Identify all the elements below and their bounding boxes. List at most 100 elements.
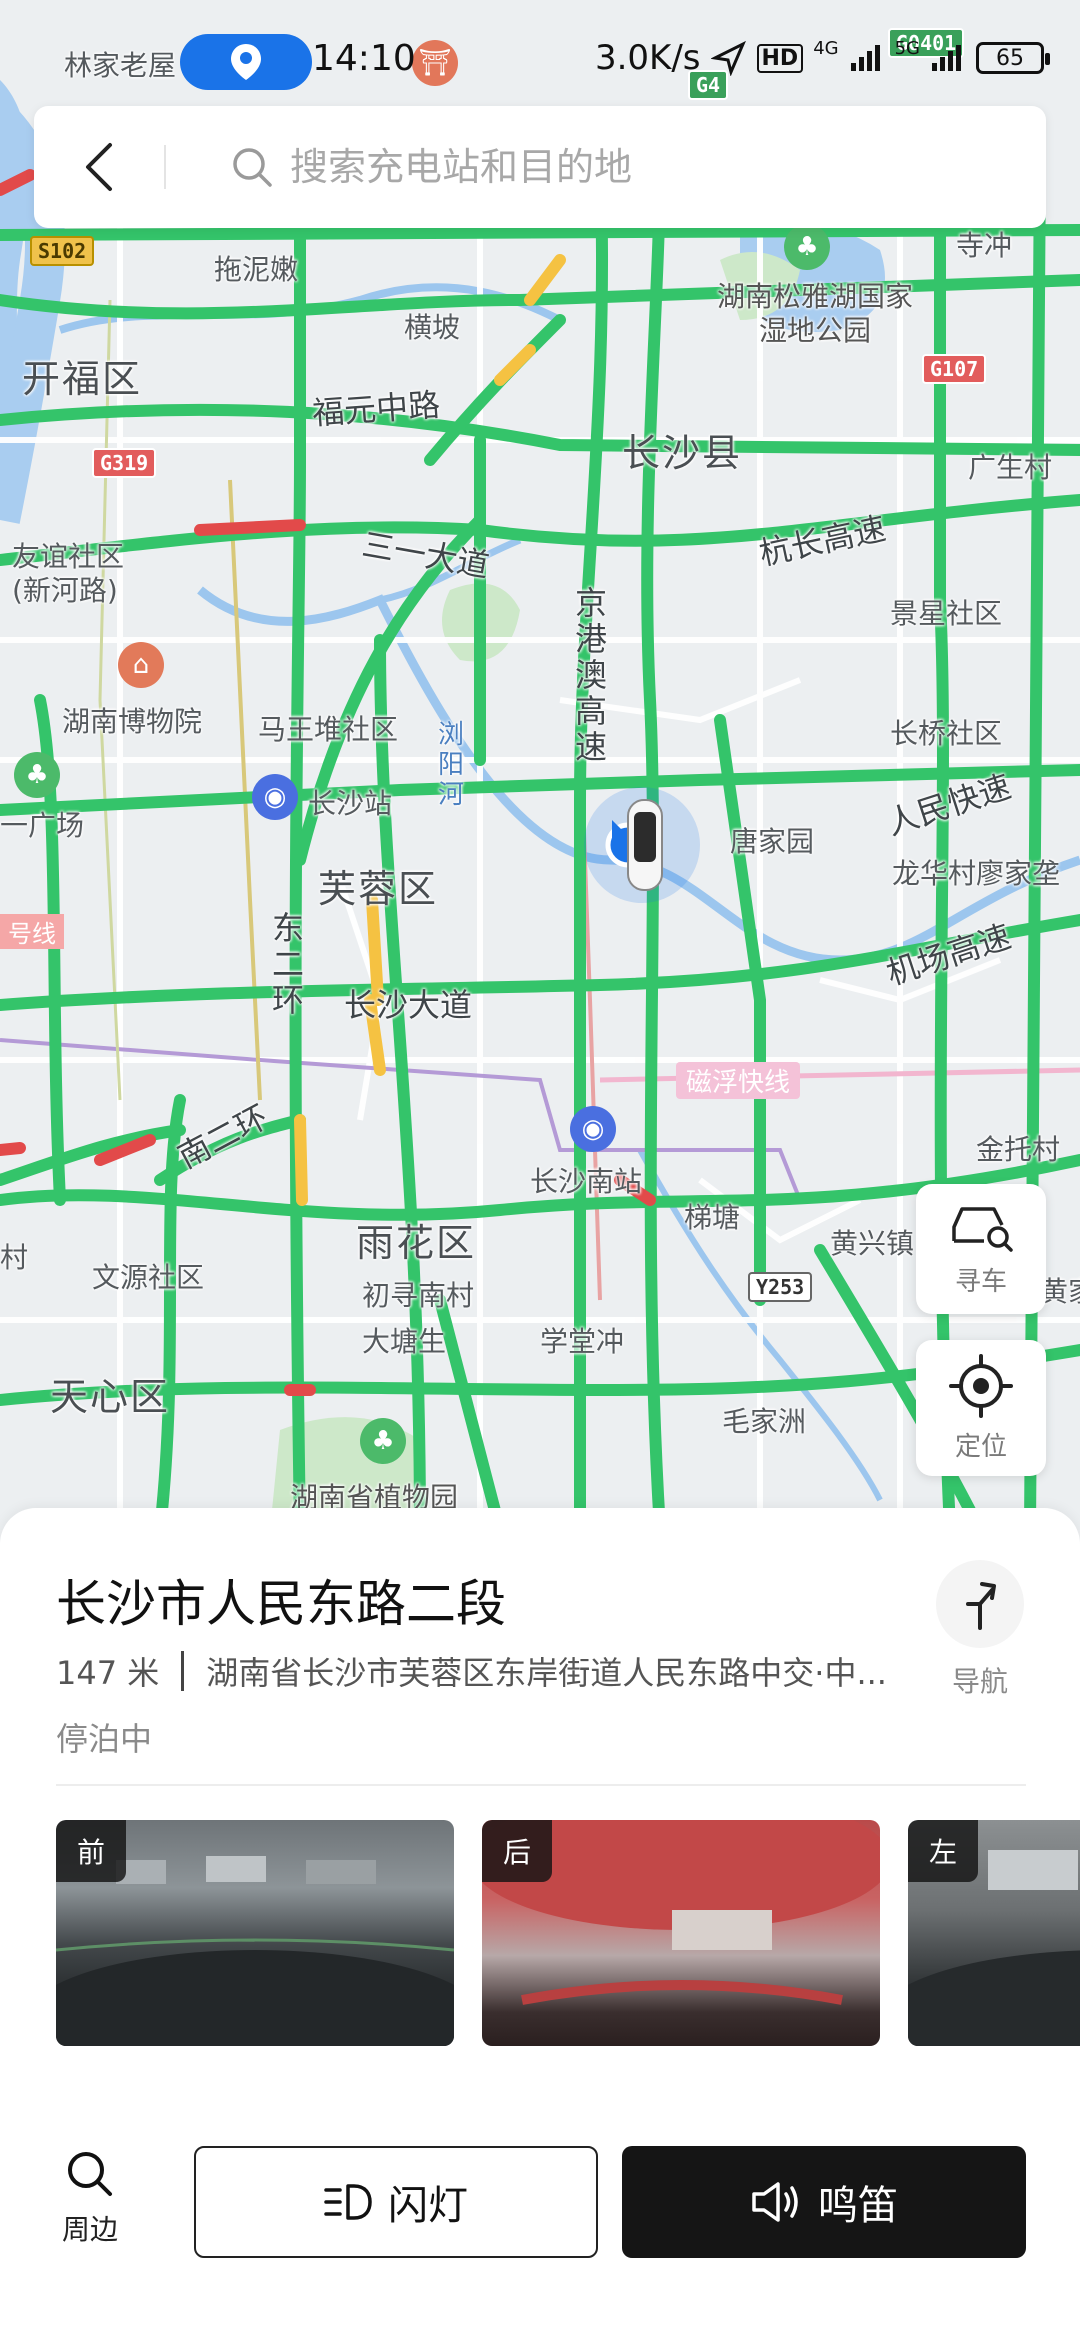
place-label: 唐家园 xyxy=(730,825,815,858)
place-label: 拖泥嫩 xyxy=(214,253,299,286)
place-label: 长桥社区 xyxy=(890,717,1003,750)
train-station-icon[interactable]: ◉ xyxy=(252,774,298,820)
camera-thumbnail[interactable]: 左 xyxy=(908,1820,1080,2046)
navigate-icon-wrap xyxy=(936,1560,1024,1648)
signal-type: 4G xyxy=(813,38,839,59)
search-bar xyxy=(34,106,1046,228)
find-car-label: 寻车 xyxy=(954,1266,1007,1297)
metro-label: 号线 xyxy=(0,914,64,949)
place-label: 横坡 xyxy=(404,311,461,344)
status-bar: 14:10 3.0K/s HD 4G 5G 65 xyxy=(0,0,1080,110)
battery-icon: 65 xyxy=(976,42,1050,74)
road-shield: G107 xyxy=(922,354,987,384)
headlight-icon xyxy=(324,2184,372,2220)
place-label: 村 xyxy=(0,1241,29,1274)
place-label: 长沙南站 xyxy=(530,1165,643,1198)
locate-button[interactable]: 定位 xyxy=(916,1340,1046,1476)
nearby-label: 周边 xyxy=(61,2213,118,2246)
location-pill xyxy=(180,34,312,90)
place-label: 初寻南村 xyxy=(362,1279,475,1312)
speaker-icon xyxy=(752,2182,798,2222)
hd-badge: HD xyxy=(756,43,804,73)
place-label: 广生村 xyxy=(968,451,1053,484)
divider xyxy=(56,1784,1026,1786)
divider xyxy=(181,1651,185,1691)
place-label: 毛家洲 xyxy=(722,1405,807,1438)
district-label: 芙蓉区 xyxy=(318,867,439,911)
place-label: 湖南松雅湖国家湿地公园 xyxy=(716,280,913,347)
camera-tag: 左 xyxy=(908,1820,978,1882)
navigation-arrow-icon xyxy=(710,40,746,76)
clock: 14:10 xyxy=(312,38,416,79)
navigate-label: 导航 xyxy=(951,1665,1008,1698)
river-label: 浏阳河 xyxy=(438,720,465,810)
place-label: 一广场 xyxy=(0,809,85,842)
road-shield: S102 xyxy=(30,236,95,266)
road-label: 福元中路 xyxy=(310,385,442,433)
park-icon[interactable]: ♣ xyxy=(784,224,830,270)
road-label: 东二环 xyxy=(272,909,305,1019)
location-pin-icon xyxy=(231,44,261,80)
signal-bars-icon xyxy=(932,45,961,71)
turn-arrow-icon xyxy=(966,1582,996,1630)
museum-icon[interactable]: ⌂ xyxy=(118,642,164,688)
place-label: 大塘生 xyxy=(362,1325,447,1358)
flash-lights-button[interactable]: 闪灯 xyxy=(194,2146,598,2258)
place-label: 学堂冲 xyxy=(540,1325,625,1358)
place-label: 长沙站 xyxy=(308,787,393,820)
network-speed: 3.0K/s xyxy=(594,38,701,78)
camera-thumbnail[interactable]: 后 xyxy=(482,1820,880,2046)
road-label: 京港澳高速 xyxy=(575,584,608,766)
nearby-button[interactable]: 周边 xyxy=(54,2148,126,2248)
crosshair-icon xyxy=(949,1353,1013,1418)
divider xyxy=(164,145,166,189)
flash-label: 闪灯 xyxy=(388,2183,468,2229)
place-label: 黄家 xyxy=(1040,1275,1080,1308)
place-label: 寺冲 xyxy=(956,229,1013,262)
park-icon[interactable]: ♣ xyxy=(360,1418,406,1464)
train-station-icon[interactable]: ◉ xyxy=(570,1106,616,1152)
battery-level: 65 xyxy=(996,45,1024,71)
road-shield: G319 xyxy=(92,448,157,478)
action-bar: 周边 闪灯 鸣笛 xyxy=(0,2122,1080,2282)
signal-bars-icon xyxy=(850,45,880,71)
park-icon[interactable]: ♣ xyxy=(14,752,60,798)
district-label: 开福区 xyxy=(22,357,143,401)
search-icon xyxy=(68,2152,112,2196)
back-arrow-icon xyxy=(86,143,112,191)
place-meta: 147 米 湖南省长沙市芙蓉区东岸街道人民东路中交·中... xyxy=(56,1648,916,1694)
address: 湖南省长沙市芙蓉区东岸街道人民东路中交·中... xyxy=(206,1654,887,1692)
search-input[interactable] xyxy=(290,145,970,189)
place-label: 金托村 xyxy=(976,1133,1061,1166)
back-button[interactable] xyxy=(34,106,164,228)
car-search-icon xyxy=(952,1206,1013,1252)
road-shield: Y253 xyxy=(748,1272,813,1302)
camera-tag: 前 xyxy=(56,1820,126,1882)
parking-status: 停泊中 xyxy=(56,1720,153,1758)
place-label: 黄兴镇 xyxy=(830,1227,915,1260)
road-label: 长沙大道 xyxy=(344,986,473,1024)
camera-tag: 后 xyxy=(482,1820,552,1882)
place-label: 龙华村廖家垄 xyxy=(892,857,1061,890)
district-label: 长沙县 xyxy=(622,431,743,475)
metro-label: 磁浮快线 xyxy=(676,1062,801,1099)
place-title: 长沙市人民东路二段 xyxy=(56,1575,506,1633)
place-label: 湖南博物院 xyxy=(62,705,203,738)
camera-thumbnails[interactable]: 前 后 左 xyxy=(56,1820,1080,2050)
signal-type: 5G xyxy=(894,38,920,59)
place-label: 友谊社区(新河路) xyxy=(12,540,125,607)
search-icon xyxy=(230,145,274,189)
camera-thumbnail[interactable]: 前 xyxy=(56,1820,454,2046)
locate-label: 定位 xyxy=(954,1431,1007,1462)
place-label: 景星社区 xyxy=(890,597,1003,630)
navigate-button[interactable]: 导航 xyxy=(934,1560,1026,1700)
district-label: 雨花区 xyxy=(356,1221,477,1265)
place-label: 梯塘 xyxy=(684,1201,741,1234)
honk-button[interactable]: 鸣笛 xyxy=(622,2146,1026,2258)
district-label: 天心区 xyxy=(50,1375,171,1419)
horn-label: 鸣笛 xyxy=(818,2183,898,2229)
vehicle-info-sheet: 长沙市人民东路二段 147 米 湖南省长沙市芙蓉区东岸街道人民东路中交·中...… xyxy=(0,1508,1080,2340)
place-label: 马王堆社区 xyxy=(258,713,399,746)
find-car-button[interactable]: 寻车 xyxy=(916,1184,1046,1314)
place-label: 文源社区 xyxy=(92,1261,205,1294)
